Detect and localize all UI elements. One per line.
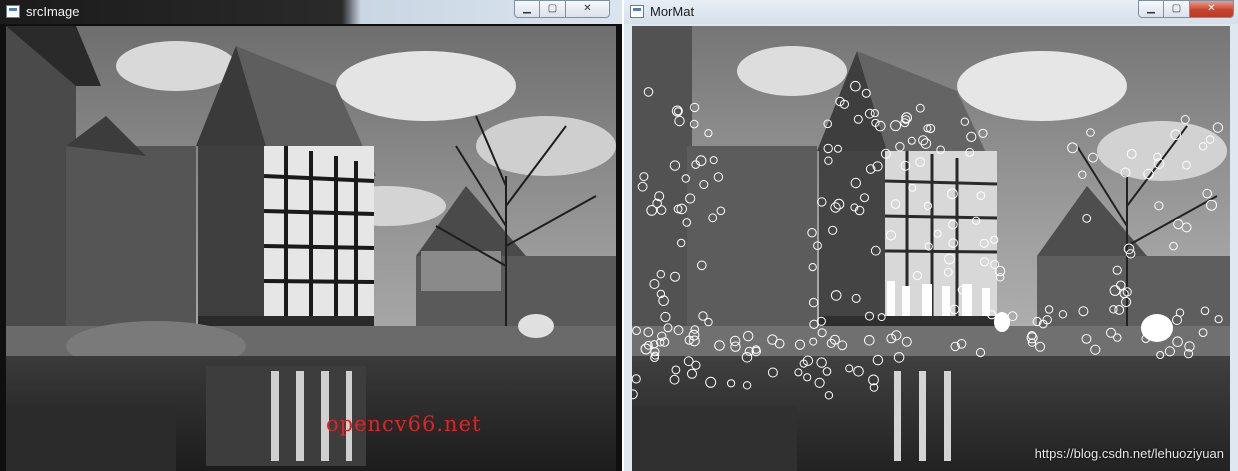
caption-buttons: ▁ ▢ ✕ xyxy=(514,0,610,18)
source-image: opencv66.net xyxy=(6,26,616,471)
keypoint-photo xyxy=(632,26,1230,471)
minimize-icon: ▁ xyxy=(1147,3,1155,14)
close-icon: ✕ xyxy=(1207,3,1216,14)
minimize-button[interactable]: ▁ xyxy=(1138,0,1164,18)
minimize-icon: ▁ xyxy=(523,3,531,14)
maximize-icon: ▢ xyxy=(1171,3,1182,14)
minimize-button[interactable]: ▁ xyxy=(514,0,540,18)
maximize-button[interactable]: ▢ xyxy=(540,0,566,18)
src-image-window: srcImage ▁ ▢ ✕ opencv66.net xyxy=(0,0,622,471)
window-title: MorMat xyxy=(650,4,695,19)
close-button[interactable]: ✕ xyxy=(566,0,610,18)
maximize-button[interactable]: ▢ xyxy=(1164,0,1190,18)
source-url: https://blog.csdn.net/lehuoziyuan xyxy=(1034,446,1224,461)
app-icon xyxy=(630,5,644,18)
title-bar[interactable]: srcImage ▁ ▢ ✕ xyxy=(0,0,622,24)
close-icon: ✕ xyxy=(583,3,592,14)
watermark-text: opencv66.net xyxy=(326,412,482,436)
app-icon xyxy=(6,5,20,18)
maximize-icon: ▢ xyxy=(547,3,558,14)
close-button[interactable]: ✕ xyxy=(1190,0,1234,18)
house-photo xyxy=(6,26,616,471)
result-image: https://blog.csdn.net/lehuoziyuan xyxy=(632,26,1230,471)
mormat-window: MorMat ▁ ▢ ✕ https://blog.csdn.net/lehuo… xyxy=(624,0,1238,471)
title-bar[interactable]: MorMat ▁ ▢ ✕ xyxy=(624,0,1238,24)
caption-buttons: ▁ ▢ ✕ xyxy=(1138,0,1234,18)
window-title: srcImage xyxy=(26,4,80,19)
